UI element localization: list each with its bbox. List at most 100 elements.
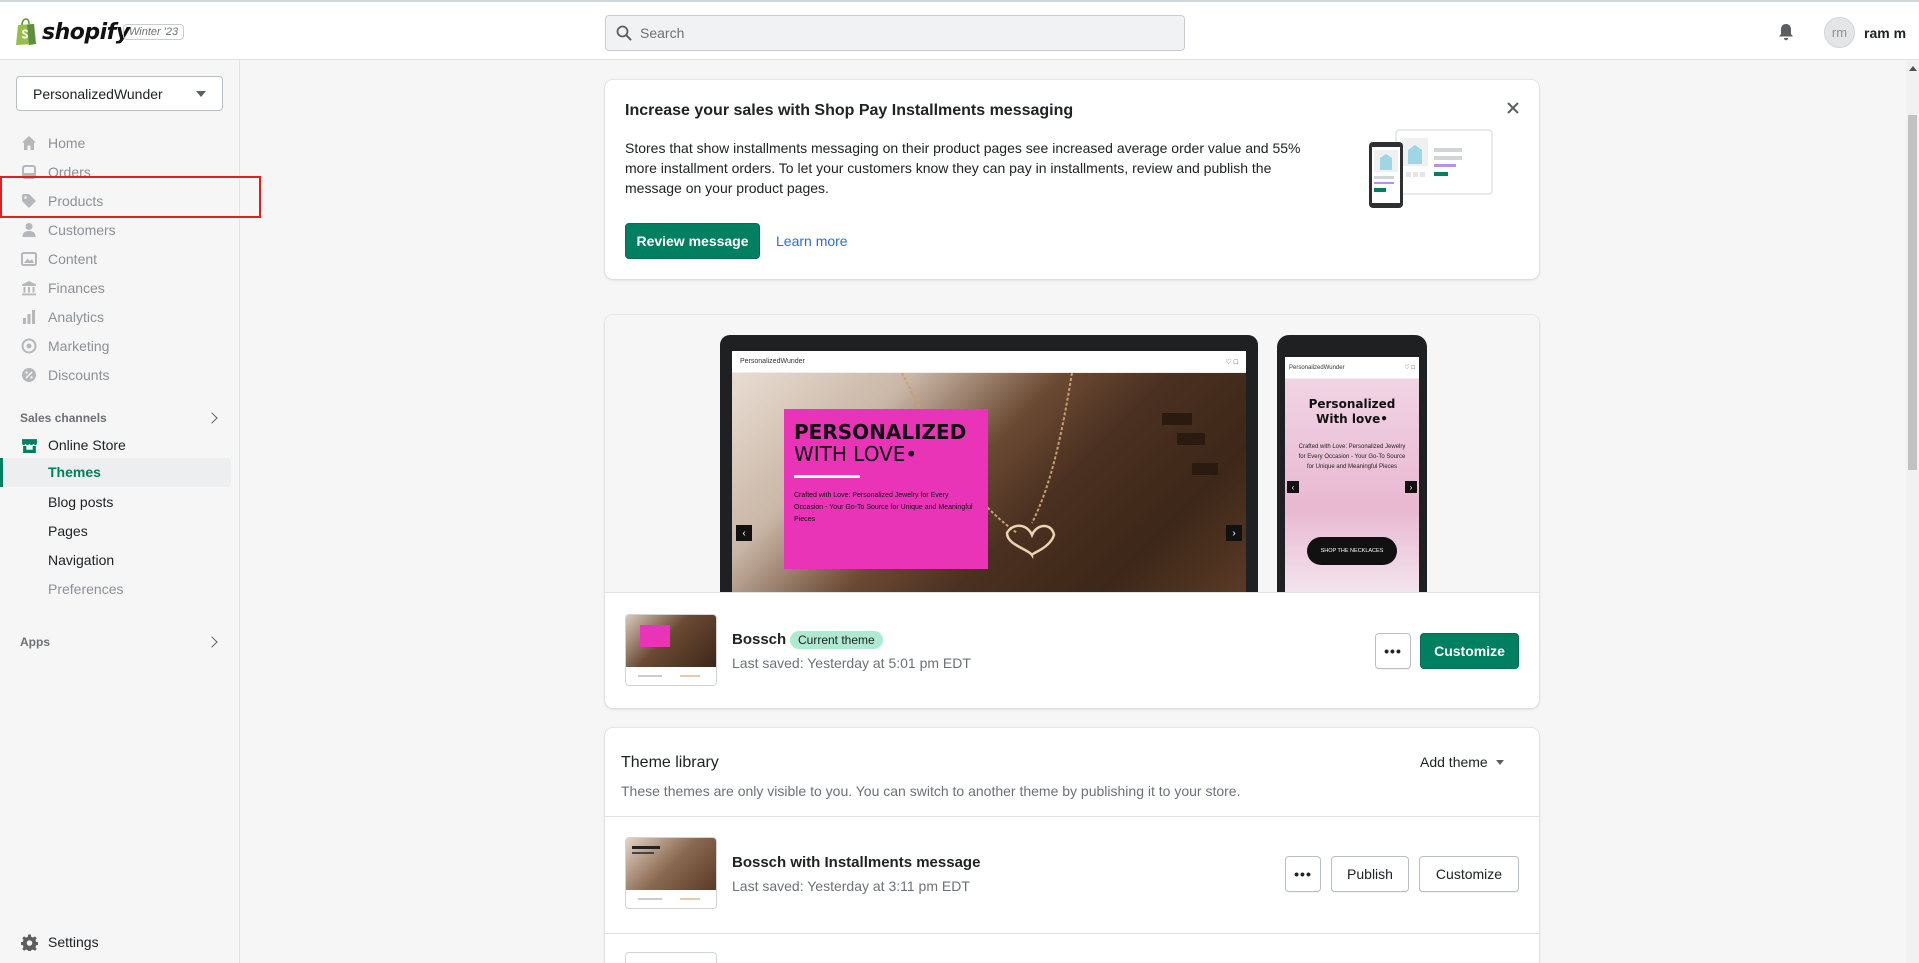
nav-finances[interactable]: Finances bbox=[20, 276, 105, 300]
mobile-store-name: PersonalizedWunder bbox=[1289, 364, 1345, 371]
apps-chevron-icon[interactable] bbox=[206, 636, 218, 648]
sales-channels-title: Sales channels bbox=[20, 411, 107, 425]
cart-icon: ♡ □ bbox=[1225, 358, 1238, 366]
mobile-store-header: PersonalizedWunder ♡ □ bbox=[1285, 357, 1419, 379]
add-theme-button[interactable]: Add theme bbox=[1420, 754, 1504, 770]
publish-button[interactable]: Publish bbox=[1331, 856, 1409, 892]
customize-button[interactable]: Customize bbox=[1420, 633, 1519, 669]
caret-down-icon bbox=[196, 91, 206, 97]
caret-down-icon bbox=[1495, 759, 1504, 765]
library-customize-button[interactable]: Customize bbox=[1419, 856, 1519, 892]
nav-customers[interactable]: Customers bbox=[20, 218, 116, 242]
highlight-box bbox=[0, 176, 261, 218]
nav-discounts[interactable]: Discounts bbox=[20, 363, 109, 387]
mobile-next-icon: › bbox=[1405, 481, 1417, 493]
mobile-hero-subtitle: Crafted with Love: Personalized Jewelry … bbox=[1298, 444, 1406, 470]
bar-chart-icon bbox=[20, 308, 38, 326]
banner-text: Stores that show installments messaging … bbox=[625, 140, 1301, 196]
desktop-screen: PersonalizedWunder ♡ □ PERSONALIZED WITH… bbox=[732, 351, 1246, 592]
nav-home-label: Home bbox=[48, 135, 86, 151]
library-theme-name: Bossch with Installments message bbox=[732, 854, 981, 871]
add-theme-label: Add theme bbox=[1420, 754, 1488, 770]
apps-title: Apps bbox=[20, 635, 50, 649]
mobile-cart-icon: ♡ □ bbox=[1404, 365, 1415, 371]
nav-preferences[interactable]: Preferences bbox=[48, 578, 123, 600]
nav-blog-posts[interactable]: Blog posts bbox=[48, 491, 113, 513]
gear-icon bbox=[20, 933, 38, 951]
close-icon[interactable] bbox=[1505, 100, 1521, 116]
nav-marketing-label: Marketing bbox=[48, 338, 110, 354]
review-message-button[interactable]: Review message bbox=[625, 223, 760, 259]
divider bbox=[605, 816, 1539, 817]
search-input[interactable] bbox=[640, 25, 1160, 41]
top-bar: shopify Winter '23 rm ram m bbox=[0, 0, 1919, 60]
nav-customers-label: Customers bbox=[48, 222, 116, 238]
slide-prev-icon: ‹ bbox=[736, 525, 752, 541]
store-icon bbox=[20, 436, 38, 454]
nav-pages[interactable]: Pages bbox=[48, 520, 88, 542]
more-actions-button[interactable]: ••• bbox=[1375, 633, 1411, 669]
nav-settings-label: Settings bbox=[48, 934, 99, 950]
nav-content[interactable]: Content bbox=[20, 247, 97, 271]
current-theme-badge: Current theme bbox=[790, 631, 883, 649]
user-avatar[interactable]: rm bbox=[1824, 17, 1855, 48]
current-theme-card: PersonalizedWunder ♡ □ PERSONALIZED WITH… bbox=[605, 315, 1539, 708]
divider bbox=[605, 933, 1539, 934]
installments-illustration bbox=[1369, 129, 1493, 208]
hero-title-line1: PERSONALIZED bbox=[794, 420, 967, 444]
slide-next-icon: › bbox=[1226, 525, 1242, 541]
user-name[interactable]: ram m bbox=[1864, 25, 1906, 41]
thumb-line bbox=[680, 675, 700, 677]
nav-home[interactable]: Home bbox=[20, 131, 85, 155]
mobile-preview: PersonalizedWunder ♡ □ Personalized With… bbox=[1277, 335, 1427, 592]
nav-discounts-label: Discounts bbox=[48, 367, 110, 383]
nav-analytics[interactable]: Analytics bbox=[20, 305, 104, 329]
nav-finances-label: Finances bbox=[48, 280, 105, 296]
library-theme-thumbnail bbox=[625, 837, 717, 909]
scrollbar-thumb[interactable] bbox=[1908, 115, 1917, 470]
brand-name: shopify bbox=[42, 19, 130, 45]
nav-content-label: Content bbox=[48, 251, 98, 267]
hero-text-panel: PERSONALIZED WITH LOVE• Crafted with Lov… bbox=[784, 409, 988, 569]
discount-icon bbox=[20, 366, 38, 384]
notification-bell-icon[interactable] bbox=[1776, 22, 1796, 42]
nav-analytics-label: Analytics bbox=[48, 309, 105, 325]
hero-title-line2: WITH LOVE• bbox=[794, 442, 918, 466]
theme-preview[interactable]: PersonalizedWunder ♡ □ PERSONALIZED WITH… bbox=[605, 315, 1539, 593]
library-theme-saved: Last saved: Yesterday at 3:11 pm EDT bbox=[732, 878, 970, 894]
version-badge: Winter '23 bbox=[123, 24, 185, 40]
nav-online-store-label: Online Store bbox=[48, 437, 126, 453]
nav-navigation[interactable]: Navigation bbox=[48, 549, 114, 571]
nav-marketing[interactable]: Marketing bbox=[20, 334, 109, 358]
current-theme-thumbnail bbox=[625, 614, 717, 686]
thumb-line bbox=[632, 846, 660, 849]
mobile-prev-icon: ‹ bbox=[1287, 481, 1299, 493]
themes-active-bg bbox=[0, 458, 231, 487]
scroll-up-icon[interactable] bbox=[1909, 66, 1917, 71]
store-selector[interactable]: PersonalizedWunder bbox=[16, 76, 223, 111]
library-theme-thumbnail-partial bbox=[625, 952, 717, 963]
target-icon bbox=[20, 337, 38, 355]
nav-settings[interactable]: Settings bbox=[20, 930, 99, 954]
image-icon bbox=[20, 250, 38, 268]
shopify-logo[interactable]: shopify bbox=[14, 18, 130, 46]
installments-banner: Increase your sales with Shop Pay Instal… bbox=[605, 80, 1539, 279]
themes-active-indicator bbox=[0, 458, 3, 487]
library-more-actions-button[interactable]: ••• bbox=[1285, 856, 1321, 892]
desktop-store-name: PersonalizedWunder bbox=[740, 358, 805, 365]
learn-more-link[interactable]: Learn more bbox=[776, 233, 848, 249]
current-theme-name: Bossch bbox=[732, 631, 787, 648]
nav-online-store[interactable]: Online Store bbox=[20, 433, 126, 457]
hero-subtitle: Crafted with Love: Personalized Jewelry … bbox=[794, 492, 973, 523]
nav-themes[interactable]: Themes bbox=[48, 464, 101, 480]
store-name: PersonalizedWunder bbox=[33, 85, 163, 102]
sales-channels-chevron-icon[interactable] bbox=[206, 412, 218, 424]
theme-library-card: Theme library These themes are only visi… bbox=[605, 728, 1539, 963]
search-bar[interactable] bbox=[605, 15, 1185, 51]
current-theme-saved: Last saved: Yesterday at 5:01 pm EDT bbox=[732, 655, 971, 671]
desktop-preview: PersonalizedWunder ♡ □ PERSONALIZED WITH… bbox=[720, 335, 1258, 592]
mobile-screen: PersonalizedWunder ♡ □ Personalized With… bbox=[1285, 357, 1419, 592]
desktop-store-header: PersonalizedWunder ♡ □ bbox=[732, 351, 1246, 373]
mobile-shop-button: SHOP THE NECKLACES bbox=[1307, 537, 1397, 565]
library-description: These themes are only visible to you. Yo… bbox=[621, 783, 1241, 799]
